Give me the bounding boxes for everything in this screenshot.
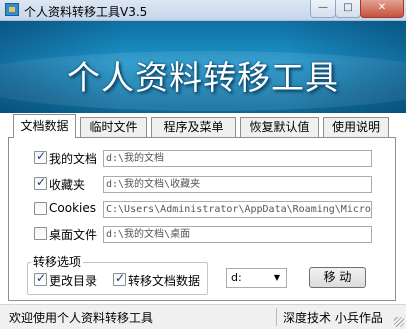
folder-app-icon — [5, 3, 19, 16]
checkbox-box[interactable] — [34, 227, 47, 240]
tab-programs-menu[interactable]: 程序及菜单 — [151, 117, 236, 137]
close-button[interactable]: ✕ — [360, 0, 404, 18]
desktop-files-path-field[interactable]: d:\我的文档\桌面 — [103, 226, 372, 243]
cookies-path-field[interactable]: C:\Users\Administrator\AppData\Roaming\M… — [103, 201, 372, 218]
move-documents-checkbox[interactable]: 转移文档数据 — [113, 271, 203, 288]
title-bar: 个人资料转移工具V3.5 — □ ✕ — [0, 0, 406, 21]
drive-select-value: d: — [231, 271, 242, 284]
status-message: 欢迎使用个人资料转移工具 — [9, 311, 154, 325]
checkbox-label: 我的文档 — [49, 152, 98, 166]
drive-select[interactable]: d: ▼ — [226, 268, 287, 288]
checkbox-box[interactable] — [34, 202, 47, 215]
status-divider — [276, 308, 277, 326]
desktop-files-checkbox[interactable]: 桌面文件 — [34, 226, 100, 242]
status-author: 深度技术 小兵作品 — [283, 311, 383, 325]
minimize-button[interactable]: — — [310, 0, 336, 18]
checkbox-label: 收藏夹 — [49, 178, 86, 192]
checkbox-label: 桌面文件 — [49, 228, 98, 242]
tab-usage-guide[interactable]: 使用说明 — [323, 117, 389, 137]
change-directory-checkbox[interactable]: 更改目录 — [34, 271, 104, 288]
my-documents-path-field[interactable]: d:\我的文档 — [103, 150, 372, 167]
checkbox-label: Cookies — [49, 201, 96, 215]
checkbox-box[interactable] — [34, 175, 47, 190]
tab-temp-files[interactable]: 临时文件 — [80, 117, 147, 137]
checkbox-box[interactable] — [113, 271, 126, 286]
status-bar: 欢迎使用个人资料转移工具 深度技术 小兵作品 — [0, 304, 406, 329]
checkbox-box[interactable] — [34, 271, 47, 286]
my-documents-checkbox[interactable]: 我的文档 — [34, 149, 100, 166]
banner: 个人资料转移工具 — [0, 21, 406, 113]
window-title: 个人资料转移工具V3.5 — [24, 5, 148, 19]
tab-strip: 文档数据 临时文件 程序及菜单 恢复默认值 使用说明 — [0, 113, 406, 138]
favorites-path-field[interactable]: d:\我的文档\收藏夹 — [103, 176, 372, 193]
checkbox-box[interactable] — [34, 149, 47, 164]
favorites-checkbox[interactable]: 收藏夹 — [34, 175, 100, 192]
tab-restore-defaults[interactable]: 恢复默认值 — [240, 117, 319, 137]
tab-document-data[interactable]: 文档数据 — [13, 114, 76, 138]
resize-grip-icon[interactable] — [394, 317, 404, 327]
banner-title: 个人资料转移工具 — [67, 58, 339, 97]
transfer-options-legend: 转移选项 — [31, 253, 84, 270]
checkbox-label: 转移文档数据 — [128, 274, 201, 288]
cookies-checkbox[interactable]: Cookies — [34, 201, 100, 217]
chevron-down-icon[interactable]: ▼ — [269, 270, 285, 286]
checkbox-label: 更改目录 — [49, 274, 98, 288]
maximize-button[interactable]: □ — [335, 0, 361, 18]
move-button[interactable]: 移 动 — [309, 267, 366, 288]
